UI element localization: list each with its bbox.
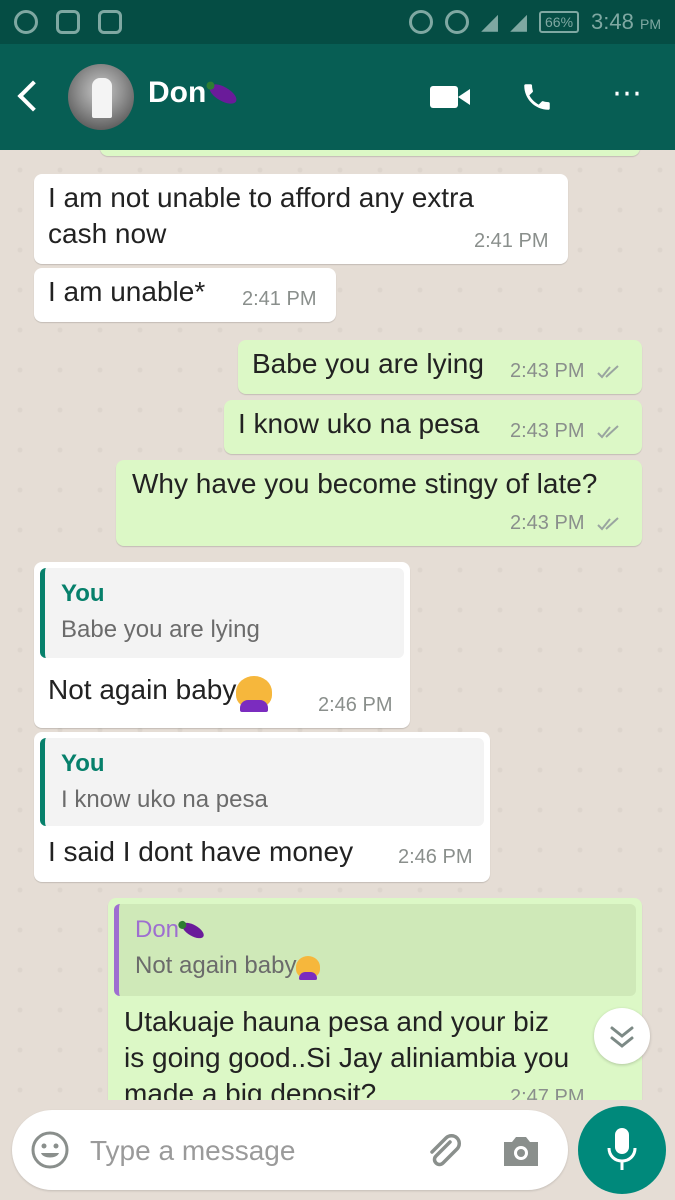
message-outgoing[interactable]: I know uko na pesa 2:43 PM xyxy=(224,400,642,454)
quoted-text: Not again baby xyxy=(135,952,321,980)
message-text-line: made a big deposit? xyxy=(124,1078,377,1100)
message-text: I am unable* xyxy=(48,276,206,307)
contact-avatar[interactable] xyxy=(68,64,134,130)
message-time: 2:46 PM xyxy=(398,846,473,868)
emoji-icon[interactable] xyxy=(30,1130,70,1170)
quoted-author: Don xyxy=(135,916,207,944)
quoted-text-content: Not again baby xyxy=(135,952,297,979)
message-text: Utakuaje hauna pesa and your biz is goin… xyxy=(124,1004,569,1100)
facepalm-emoji-icon xyxy=(296,955,321,980)
quoted-author-text: Don xyxy=(135,916,180,943)
voice-message-button[interactable] xyxy=(578,1106,666,1194)
message-incoming[interactable]: I am not unable to afford any extra cash… xyxy=(34,174,568,264)
chevron-down-icon xyxy=(610,1026,634,1048)
quoted-message[interactable]: You Babe you are lying xyxy=(40,568,404,658)
read-ticks-icon xyxy=(597,424,619,439)
quoted-author: You xyxy=(61,580,105,607)
message-input[interactable] xyxy=(88,1128,392,1174)
signal-icon-2: ◢ xyxy=(510,9,528,34)
message-text-line: Utakuaje hauna pesa and your biz xyxy=(124,1006,549,1037)
contact-name-text: Don xyxy=(148,76,207,109)
battery-indicator: 66% xyxy=(539,11,580,33)
quoted-text: Babe you are lying xyxy=(61,616,260,643)
message-incoming-reply[interactable]: You I know uko na pesa I said I dont hav… xyxy=(34,732,490,882)
read-ticks-icon xyxy=(597,364,619,379)
message-text: I know uko na pesa xyxy=(238,408,480,439)
message-text-line: I am not unable to afford any extra xyxy=(48,182,474,213)
clock-time: 3:48 xyxy=(591,9,634,34)
message-time: 2:47 PM xyxy=(510,1086,585,1100)
message-input-container[interactable] xyxy=(12,1110,568,1190)
message-time: 2:43 PM xyxy=(510,360,626,383)
contact-name[interactable]: Don xyxy=(148,76,240,110)
facepalm-emoji-icon xyxy=(236,675,273,712)
conversation[interactable]: I am not unable to afford any extra cash… xyxy=(0,150,675,1100)
microphone-icon xyxy=(607,1128,637,1170)
clock-ampm: PM xyxy=(640,16,661,32)
camera-icon[interactable] xyxy=(500,1130,542,1172)
message-text: Why have you become stingy of late? xyxy=(132,468,598,499)
more-options-icon[interactable]: ⋯ xyxy=(612,79,643,109)
gallery-notification-icon xyxy=(56,10,80,34)
message-incoming[interactable]: I am unable* 2:41 PM xyxy=(34,268,336,322)
attachment-icon[interactable] xyxy=(420,1128,464,1172)
chat-header: Don ⋯ xyxy=(0,44,675,150)
eggplant-emoji-icon xyxy=(206,80,240,108)
message-time-text: 2:43 PM xyxy=(510,420,585,442)
message-bubble-partial[interactable] xyxy=(100,150,640,156)
status-bar: ◢ ◢ 66% 3:48 PM xyxy=(0,0,675,44)
message-outgoing[interactable]: Why have you become stingy of late? 2:43… xyxy=(116,460,642,546)
message-time: 2:43 PM xyxy=(510,512,626,535)
do-not-disturb-icon xyxy=(409,10,434,34)
message-incoming-reply[interactable]: You Babe you are lying Not again baby 2:… xyxy=(34,562,410,728)
message-time: 2:43 PM xyxy=(510,420,626,443)
quoted-message[interactable]: Don Not again baby xyxy=(114,904,636,996)
message-text-line: cash now xyxy=(48,218,167,249)
quoted-text: I know uko na pesa xyxy=(61,786,268,813)
back-button[interactable] xyxy=(17,74,49,114)
message-time: 2:41 PM xyxy=(242,288,317,310)
message-time: 2:46 PM xyxy=(318,694,393,716)
status-clock: 3:48 PM xyxy=(591,9,661,35)
message-time-text: 2:43 PM xyxy=(510,512,585,534)
message-text: Babe you are lying xyxy=(252,348,484,379)
whatsapp-notification-icon xyxy=(14,10,38,34)
quoted-message[interactable]: You I know uko na pesa xyxy=(40,738,484,826)
signal-icon: ◢ xyxy=(481,9,499,34)
message-text: Not again baby xyxy=(48,672,273,712)
message-text-line: is going good..Si Jay aliniambia you xyxy=(124,1042,570,1073)
quoted-author: You xyxy=(61,750,105,777)
back-arrow-icon xyxy=(17,80,49,112)
video-call-icon[interactable] xyxy=(430,86,470,108)
message-time: 2:41 PM xyxy=(474,230,549,252)
download-notification-icon xyxy=(98,10,122,34)
message-outgoing-reply[interactable]: Don Not again baby Utakuaje hauna pesa a… xyxy=(108,898,642,1100)
eggplant-emoji-icon xyxy=(179,919,207,942)
message-outgoing[interactable]: Babe you are lying 2:43 PM xyxy=(238,340,642,394)
phone-call-icon[interactable] xyxy=(520,80,554,114)
scroll-to-bottom-button[interactable] xyxy=(594,1008,650,1064)
message-text-content: Not again baby xyxy=(48,674,237,705)
message-text: I said I dont have money xyxy=(48,836,354,867)
message-time-text: 2:43 PM xyxy=(510,360,585,382)
alarm-icon xyxy=(445,10,470,34)
read-ticks-icon xyxy=(597,516,619,531)
composer-bar xyxy=(0,1100,675,1200)
